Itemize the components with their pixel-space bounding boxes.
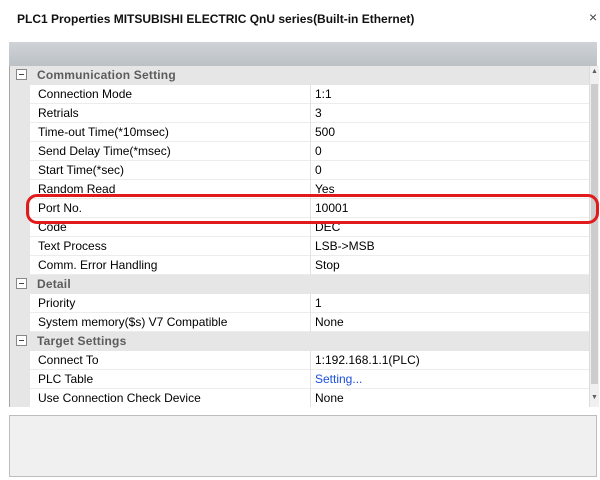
column-separator bbox=[310, 218, 311, 237]
row-gutter bbox=[10, 142, 30, 161]
vertical-scrollbar[interactable]: ▲ ▼ bbox=[589, 66, 599, 407]
property-value-link[interactable]: Setting... bbox=[315, 372, 362, 386]
property-name: Port No. bbox=[38, 201, 83, 215]
properties-window: PLC1 Properties MITSUBISHI ELECTRIC QnU … bbox=[0, 0, 600, 480]
row-gutter bbox=[10, 161, 30, 180]
row-gutter bbox=[10, 313, 30, 332]
row-gutter bbox=[10, 199, 30, 218]
row-gutter bbox=[10, 104, 30, 123]
row-gutter bbox=[10, 237, 30, 256]
property-name: Random Read bbox=[38, 182, 116, 196]
property-value[interactable]: 1:1 bbox=[315, 87, 332, 101]
property-row[interactable]: Start Time(*sec) 0 bbox=[10, 161, 590, 180]
property-value[interactable]: 0 bbox=[315, 144, 322, 158]
property-grid: Communication Setting Connection Mode 1:1 R… bbox=[9, 66, 590, 407]
property-name: Send Delay Time(*msec) bbox=[38, 144, 171, 158]
column-separator bbox=[310, 180, 311, 199]
property-name: Time-out Time(*10msec) bbox=[38, 125, 169, 139]
category-label: Communication Setting bbox=[37, 68, 176, 82]
row-gutter bbox=[10, 351, 30, 370]
column-separator bbox=[310, 294, 311, 313]
property-value[interactable]: Stop bbox=[315, 258, 340, 272]
property-value[interactable]: None bbox=[315, 315, 344, 329]
property-name: Text Process bbox=[38, 239, 107, 253]
scroll-thumb[interactable] bbox=[591, 84, 598, 384]
category-target-settings[interactable]: Target Settings bbox=[10, 332, 590, 351]
property-row[interactable]: Comm. Error Handling Stop bbox=[10, 256, 590, 275]
property-row[interactable]: System memory($s) V7 Compatible None bbox=[10, 313, 590, 332]
property-row[interactable]: Retrials 3 bbox=[10, 104, 590, 123]
close-icon[interactable]: × bbox=[589, 10, 597, 24]
column-separator bbox=[310, 142, 311, 161]
row-gutter bbox=[10, 256, 30, 275]
property-value[interactable]: 0 bbox=[315, 163, 322, 177]
column-separator bbox=[310, 237, 311, 256]
property-value[interactable]: 1 bbox=[315, 296, 322, 310]
property-row[interactable]: Text Process LSB->MSB bbox=[10, 237, 590, 256]
property-row[interactable]: Connect To 1:192.168.1.1(PLC) bbox=[10, 351, 590, 370]
property-value[interactable]: DEC bbox=[315, 220, 340, 234]
property-value[interactable]: LSB->MSB bbox=[315, 239, 375, 253]
toolbar-band bbox=[9, 42, 597, 66]
property-name: Comm. Error Handling bbox=[38, 258, 158, 272]
property-row[interactable]: Random Read Yes bbox=[10, 180, 590, 199]
property-value[interactable]: 1:192.168.1.1(PLC) bbox=[315, 353, 420, 367]
category-label: Detail bbox=[37, 277, 71, 291]
window-title: PLC1 Properties MITSUBISHI ELECTRIC QnU … bbox=[17, 12, 415, 26]
category-label: Target Settings bbox=[37, 334, 127, 348]
property-name: Code bbox=[38, 220, 67, 234]
category-detail[interactable]: Detail bbox=[10, 275, 590, 294]
property-row[interactable]: Time-out Time(*10msec) 500 bbox=[10, 123, 590, 142]
property-row[interactable]: PLC Table Setting... bbox=[10, 370, 590, 389]
row-gutter bbox=[10, 370, 30, 389]
collapse-toggle-icon[interactable] bbox=[16, 278, 27, 289]
property-value[interactable]: Yes bbox=[315, 182, 335, 196]
description-pane bbox=[9, 415, 597, 477]
property-name: PLC Table bbox=[38, 372, 94, 386]
scroll-up-arrow-icon[interactable]: ▲ bbox=[590, 68, 599, 75]
property-row[interactable]: Send Delay Time(*msec) 0 bbox=[10, 142, 590, 161]
column-separator bbox=[310, 104, 311, 123]
property-name: Start Time(*sec) bbox=[38, 163, 125, 177]
title-bar: PLC1 Properties MITSUBISHI ELECTRIC QnU … bbox=[0, 0, 600, 42]
property-row[interactable]: Port No. 10001 bbox=[10, 199, 590, 218]
property-name: Use Connection Check Device bbox=[38, 391, 201, 405]
property-name: Connect To bbox=[38, 353, 99, 367]
collapse-toggle-icon[interactable] bbox=[16, 335, 27, 346]
column-separator bbox=[310, 85, 311, 104]
category-communication-setting[interactable]: Communication Setting bbox=[10, 66, 590, 85]
column-separator bbox=[310, 313, 311, 332]
property-value[interactable]: 3 bbox=[315, 106, 322, 120]
property-name: Priority bbox=[38, 296, 76, 310]
collapse-toggle-icon[interactable] bbox=[16, 69, 27, 80]
property-name: Connection Mode bbox=[38, 87, 133, 101]
row-gutter bbox=[10, 180, 30, 199]
scroll-down-arrow-icon[interactable]: ▼ bbox=[590, 394, 599, 401]
column-separator bbox=[310, 161, 311, 180]
property-row[interactable]: Priority 1 bbox=[10, 294, 590, 313]
property-name: System memory($s) V7 Compatible bbox=[38, 315, 228, 329]
column-separator bbox=[310, 199, 311, 218]
property-row[interactable]: Use Connection Check Device None bbox=[10, 389, 590, 407]
row-gutter bbox=[10, 294, 30, 313]
row-gutter bbox=[10, 218, 30, 237]
row-gutter bbox=[10, 85, 30, 104]
property-value[interactable]: None bbox=[315, 391, 344, 405]
property-value[interactable]: 10001 bbox=[315, 201, 348, 215]
property-row[interactable]: Connection Mode 1:1 bbox=[10, 85, 590, 104]
property-name: Retrials bbox=[38, 106, 79, 120]
row-gutter bbox=[10, 389, 30, 407]
column-separator bbox=[310, 389, 311, 407]
column-separator bbox=[310, 370, 311, 389]
column-separator bbox=[310, 256, 311, 275]
property-value[interactable]: 500 bbox=[315, 125, 335, 139]
property-row[interactable]: Code DEC bbox=[10, 218, 590, 237]
row-gutter bbox=[10, 123, 30, 142]
column-separator bbox=[310, 123, 311, 142]
column-separator bbox=[310, 351, 311, 370]
